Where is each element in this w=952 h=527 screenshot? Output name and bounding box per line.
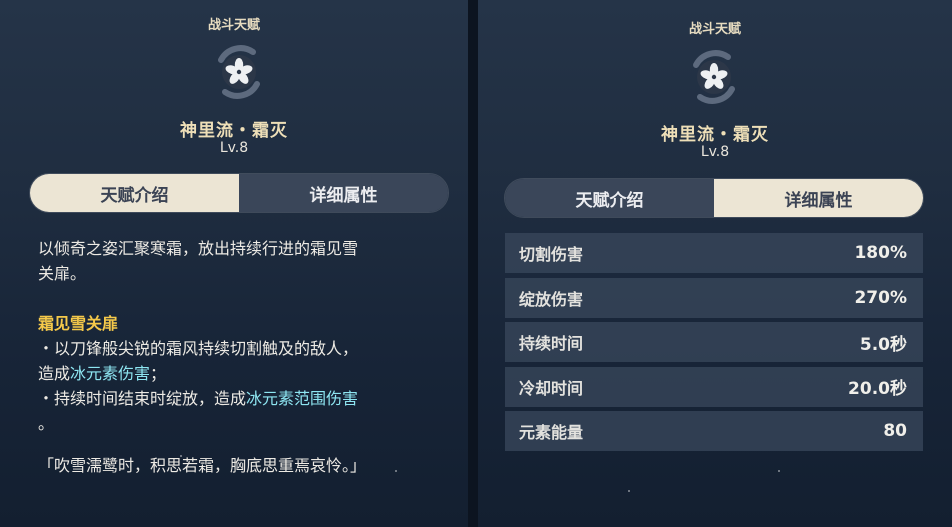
attribute-value: 270% (854, 287, 907, 308)
desc-line: 以倾奇之姿汇聚寒霜，放出持续行进的霜见雪 (38, 239, 359, 258)
skill-name: 神里流・霜灭 (180, 121, 288, 141)
desc-line: 关扉。 (38, 264, 87, 283)
attribute-row: 冷却时间 20.0秒 (505, 366, 923, 407)
desc-text: ・持续时间结束时绽放，造成 (38, 389, 247, 408)
snowflower-emblem-icon (218, 45, 260, 99)
attribute-value: 5.0秒 (859, 334, 907, 355)
skill-level: Lv.8 (219, 140, 249, 156)
desc-bullet: ・持续时间结束时绽放，造成冰元素范围伤害 (38, 386, 448, 411)
desc-text: 造成 (38, 364, 71, 383)
attribute-value: 180% (854, 243, 907, 263)
tab-talent-intro[interactable]: 天赋介绍 (30, 174, 239, 212)
tab-detail-attributes[interactable]: 详细属性 (239, 174, 448, 212)
talent-description: 以倾奇之姿汇聚寒霜，放出持续行进的霜见雪 关扉。 霜见雪关扉 ・以刀锋般尖锐的霜… (38, 236, 448, 478)
attribute-row: 绽放伤害 270% (505, 277, 923, 318)
attribute-label: 持续时间 (519, 334, 584, 353)
desc-text: ； (150, 364, 167, 383)
panel-divider (468, 0, 478, 527)
skill-level: Lv.8 (700, 144, 730, 160)
attribute-label: 冷却时间 (519, 378, 584, 398)
attribute-label: 切割伤害 (519, 245, 584, 264)
attribute-table: 切割伤害 180% 绽放伤害 270% 持续时间 5.0秒 冷却时间 20.0秒… (505, 233, 923, 456)
attribute-value: 80 (883, 421, 907, 441)
snowflower-emblem-icon (693, 50, 735, 104)
attribute-row: 切割伤害 180% (505, 233, 923, 273)
talent-panel-left: 战斗天赋 神里流・霜灭 Lv.8 天赋介绍 详细属性 以倾奇之姿汇聚寒霜，放出持… (0, 0, 468, 527)
tab-talent-intro[interactable]: 天赋介绍 (505, 179, 714, 217)
desc-quote: 「吹雪濡鹭时，积思若霜，胸底思重焉哀怜。」 (38, 456, 367, 475)
desc-bullet: ・以刀锋般尖锐的霜风持续切割触及的敌人， (38, 339, 359, 358)
talent-category: 战斗天赋 (688, 22, 741, 37)
cryo-dmg-highlight: 冰元素伤害 (70, 364, 151, 383)
desc-line: 。 (38, 414, 55, 433)
sparkle (778, 470, 780, 472)
attribute-label: 元素能量 (519, 423, 584, 442)
attribute-row: 持续时间 5.0秒 (505, 322, 923, 362)
skill-name: 神里流・霜灭 (661, 125, 769, 145)
talent-category: 战斗天赋 (207, 18, 260, 33)
desc-bullet: 造成冰元素伤害； (38, 361, 448, 386)
attribute-value: 20.0秒 (848, 379, 907, 399)
tab-bar: 天赋介绍 详细属性 (504, 178, 924, 218)
desc-subtitle: 霜见雪关扉 (38, 314, 119, 333)
tab-detail-attributes[interactable]: 详细属性 (714, 179, 923, 217)
cryo-aoe-dmg-highlight: 冰元素范围伤害 (246, 389, 359, 408)
sparkle (628, 490, 630, 492)
tab-bar: 天赋介绍 详细属性 (29, 173, 449, 213)
attribute-label: 绽放伤害 (519, 289, 584, 309)
attribute-row: 元素能量 80 (505, 411, 923, 451)
